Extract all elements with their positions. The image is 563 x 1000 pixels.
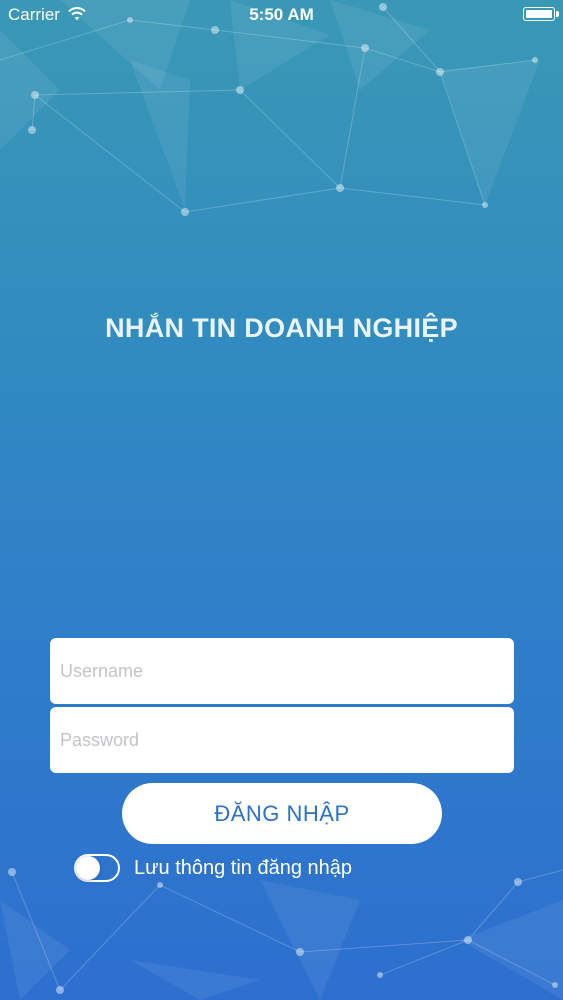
login-button[interactable]: ĐĂNG NHẬP (122, 783, 442, 844)
remember-login-row: Lưu thông tin đăng nhập (74, 851, 352, 885)
battery-level (526, 10, 552, 18)
password-input[interactable] (50, 707, 514, 773)
status-time: 5:50 AM (249, 5, 314, 24)
remember-login-toggle[interactable] (74, 854, 120, 882)
status-bar: Carrier 5:50 AM (0, 0, 563, 30)
remember-login-label: Lưu thông tin đăng nhập (134, 856, 353, 879)
network-background (0, 0, 563, 1000)
battery-icon (523, 7, 559, 21)
app-title: NHẮN TIN DOANH NGHIỆP (105, 313, 458, 343)
password-field[interactable] (50, 707, 514, 773)
username-input[interactable] (50, 638, 514, 704)
username-field[interactable] (50, 638, 514, 704)
toggle-knob (76, 856, 100, 880)
